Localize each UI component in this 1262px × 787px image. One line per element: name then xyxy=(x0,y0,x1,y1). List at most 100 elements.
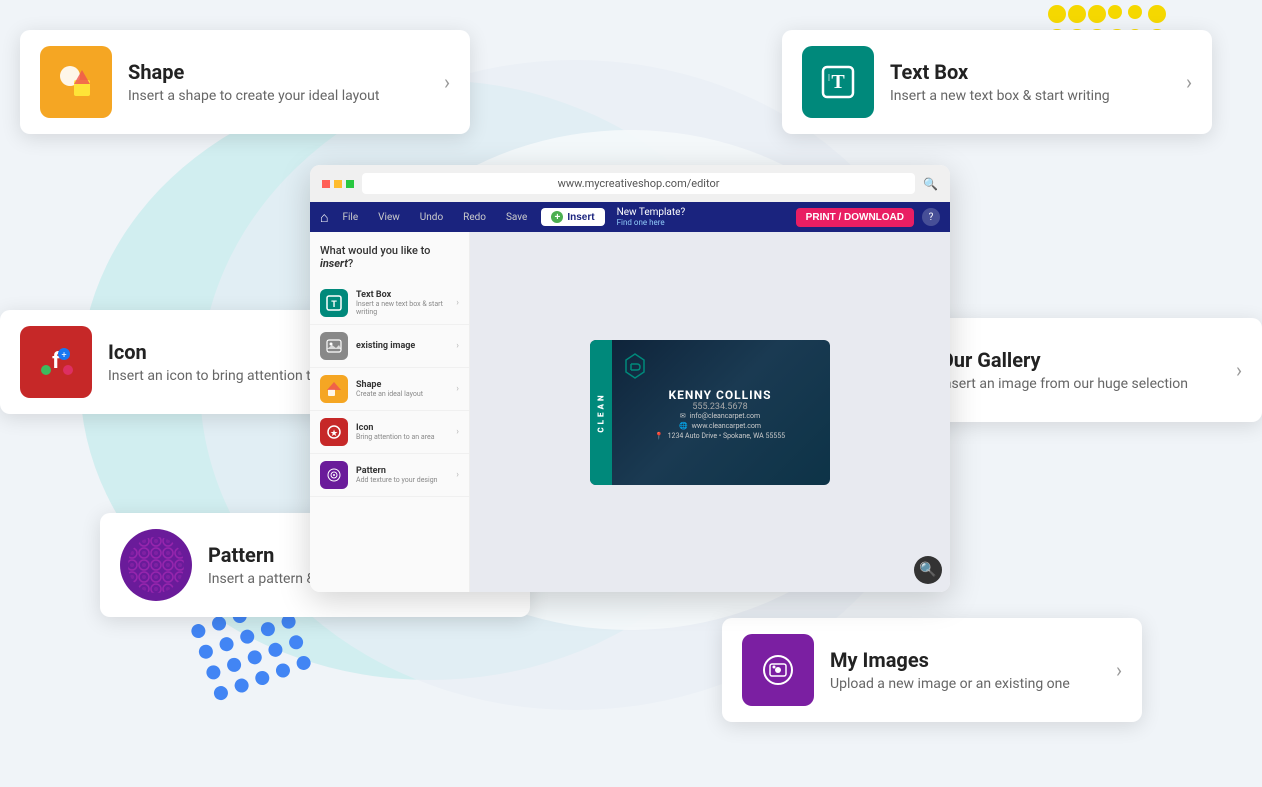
sidebar-item-existing-image[interactable]: existing image › xyxy=(310,325,469,368)
toolbar-insert-button[interactable]: + Insert xyxy=(541,208,604,226)
zoom-button[interactable]: 🔍 xyxy=(914,556,942,584)
gallery-card-desc: Insert an image from our huge selection xyxy=(940,376,1212,392)
email-icon: ✉ xyxy=(680,412,686,420)
browser-mockup: www.mycreativeshop.com/editor 🔍 ⌂ File V… xyxy=(310,165,950,592)
myimages-card-title: My Images xyxy=(830,648,1092,672)
biz-email-line: ✉ info@cleancarpet.com xyxy=(680,412,760,420)
shape-card[interactable]: Shape Insert a shape to create your idea… xyxy=(20,30,470,134)
biz-contact: ✉ info@cleancarpet.com 🌐 www.cleancarpet… xyxy=(624,412,816,440)
biz-logo-svg xyxy=(624,352,646,380)
svg-text:T: T xyxy=(831,71,845,93)
location-icon: 📍 xyxy=(655,432,664,440)
sidebar-existing-icon xyxy=(320,332,348,360)
dot xyxy=(259,620,277,638)
shape-card-text: Shape Insert a shape to create your idea… xyxy=(128,60,420,104)
gallery-card-text: Our Gallery Insert an image from our hug… xyxy=(940,348,1212,392)
editor-main-area: CLEAN KENNY COLLINS 555.234.5678 ✉ xyxy=(470,232,950,592)
gallery-card-arrow: › xyxy=(1236,358,1242,382)
sidebar-question: What would you like to insert? xyxy=(310,244,469,282)
toolbar-redo[interactable]: Redo xyxy=(457,210,492,225)
sidebar-pattern-title: Pattern xyxy=(356,466,448,476)
sidebar-textbox-icon: T xyxy=(320,289,348,317)
toolbar-save[interactable]: Save xyxy=(500,210,533,225)
insert-plus-icon: + xyxy=(551,211,563,223)
shape-icon xyxy=(40,46,112,118)
dot xyxy=(266,641,284,659)
myimages-card-text: My Images Upload a new image or an exist… xyxy=(830,648,1092,692)
myimages-card-arrow: › xyxy=(1116,658,1122,682)
textbox-card-arrow: › xyxy=(1186,70,1192,94)
pattern-icon xyxy=(120,529,192,601)
biz-side-brand: CLEAN xyxy=(590,340,612,485)
business-card-preview: CLEAN KENNY COLLINS 555.234.5678 ✉ xyxy=(590,340,830,485)
biz-email: info@cleancarpet.com xyxy=(690,412,760,420)
biz-address-line: 📍 1234 Auto Drive • Spokane, WA 55555 xyxy=(655,432,785,440)
sidebar-shape-text: Shape Create an ideal layout xyxy=(356,380,448,398)
biz-card-content: KENNY COLLINS 555.234.5678 ✉ info@cleanc… xyxy=(624,352,816,440)
dot xyxy=(225,656,243,674)
shape-card-arrow: › xyxy=(444,70,450,94)
sidebar-item-icon[interactable]: ★ Icon Bring attention to an area › xyxy=(310,411,469,454)
toolbar-print-button[interactable]: PRINT / DOWNLOAD xyxy=(796,208,914,227)
dot xyxy=(1048,5,1066,23)
sidebar-icon-desc: Bring attention to an area xyxy=(356,433,448,441)
sidebar-shape-icon xyxy=(320,375,348,403)
dot xyxy=(238,628,256,646)
myimages-card-desc: Upload a new image or an existing one xyxy=(830,676,1092,692)
sidebar-pattern-text: Pattern Add texture to your design xyxy=(356,466,448,484)
sidebar-pattern-desc: Add texture to your design xyxy=(356,476,448,484)
sidebar-icon-text: Icon Bring attention to an area xyxy=(356,423,448,441)
sidebar-existing-text: existing image xyxy=(356,341,448,351)
sidebar-pattern-icon xyxy=(320,461,348,489)
textbox-card[interactable]: T | Text Box Insert a new text box & sta… xyxy=(782,30,1212,134)
dot xyxy=(1068,5,1086,23)
sidebar-icon-icon: ★ xyxy=(320,418,348,446)
biz-name: KENNY COLLINS xyxy=(624,384,816,402)
textbox-card-title: Text Box xyxy=(890,60,1162,84)
editor-sidebar: What would you like to insert? T Text Bo… xyxy=(310,232,470,592)
myimages-icon xyxy=(742,634,814,706)
svg-text:+: + xyxy=(61,351,66,361)
toolbar-view[interactable]: View xyxy=(372,210,406,225)
sidebar-pattern-arrow: › xyxy=(456,470,459,480)
find-link[interactable]: Find one here xyxy=(617,218,686,227)
biz-phone: 555.234.5678 xyxy=(624,402,816,412)
shape-card-title: Shape xyxy=(128,60,420,84)
toolbar-template-text: New Template? Find one here xyxy=(617,207,686,227)
website-icon: 🌐 xyxy=(679,422,688,430)
sidebar-textbox-desc: Insert a new text box & start writing xyxy=(356,300,448,316)
dot xyxy=(210,615,228,633)
svg-text:★: ★ xyxy=(330,429,338,439)
toolbar-help-button[interactable]: ? xyxy=(922,208,940,226)
sidebar-shape-title: Shape xyxy=(356,380,448,390)
biz-brand-text: CLEAN xyxy=(597,392,606,432)
svg-text:|: | xyxy=(828,73,830,82)
dot xyxy=(246,648,264,666)
shape-card-desc: Insert a shape to create your ideal layo… xyxy=(128,88,420,104)
sidebar-textbox-text: Text Box Insert a new text box & start w… xyxy=(356,290,448,316)
toolbar-home-icon[interactable]: ⌂ xyxy=(320,209,328,226)
sidebar-shape-arrow: › xyxy=(456,384,459,394)
sidebar-icon-arrow: › xyxy=(456,427,459,437)
textbox-card-desc: Insert a new text box & start writing xyxy=(890,88,1162,104)
sidebar-shape-desc: Create an ideal layout xyxy=(356,390,448,398)
textbox-icon: T | xyxy=(802,46,874,118)
browser-url: www.mycreativeshop.com/editor xyxy=(362,173,915,194)
gallery-card-title: Our Gallery xyxy=(940,348,1212,372)
sidebar-item-pattern[interactable]: Pattern Add texture to your design › xyxy=(310,454,469,497)
sidebar-textbox-title: Text Box xyxy=(356,290,448,300)
biz-address: 1234 Auto Drive • Spokane, WA 55555 xyxy=(668,432,786,440)
sidebar-item-shape[interactable]: Shape Create an ideal layout › xyxy=(310,368,469,411)
dot xyxy=(1148,5,1166,23)
sidebar-item-textbox[interactable]: T Text Box Insert a new text box & start… xyxy=(310,282,469,325)
template-label: New Template? xyxy=(617,207,686,218)
sidebar-icon-title: Icon xyxy=(356,423,448,433)
toolbar-file[interactable]: File xyxy=(336,210,364,225)
icon-icon: f + xyxy=(20,326,92,398)
dot xyxy=(1088,5,1106,23)
myimages-card[interactable]: My Images Upload a new image or an exist… xyxy=(722,618,1142,722)
toolbar-undo[interactable]: Undo xyxy=(414,210,449,225)
dot xyxy=(1128,5,1142,19)
browser-controls xyxy=(322,180,354,188)
dot xyxy=(218,635,236,653)
